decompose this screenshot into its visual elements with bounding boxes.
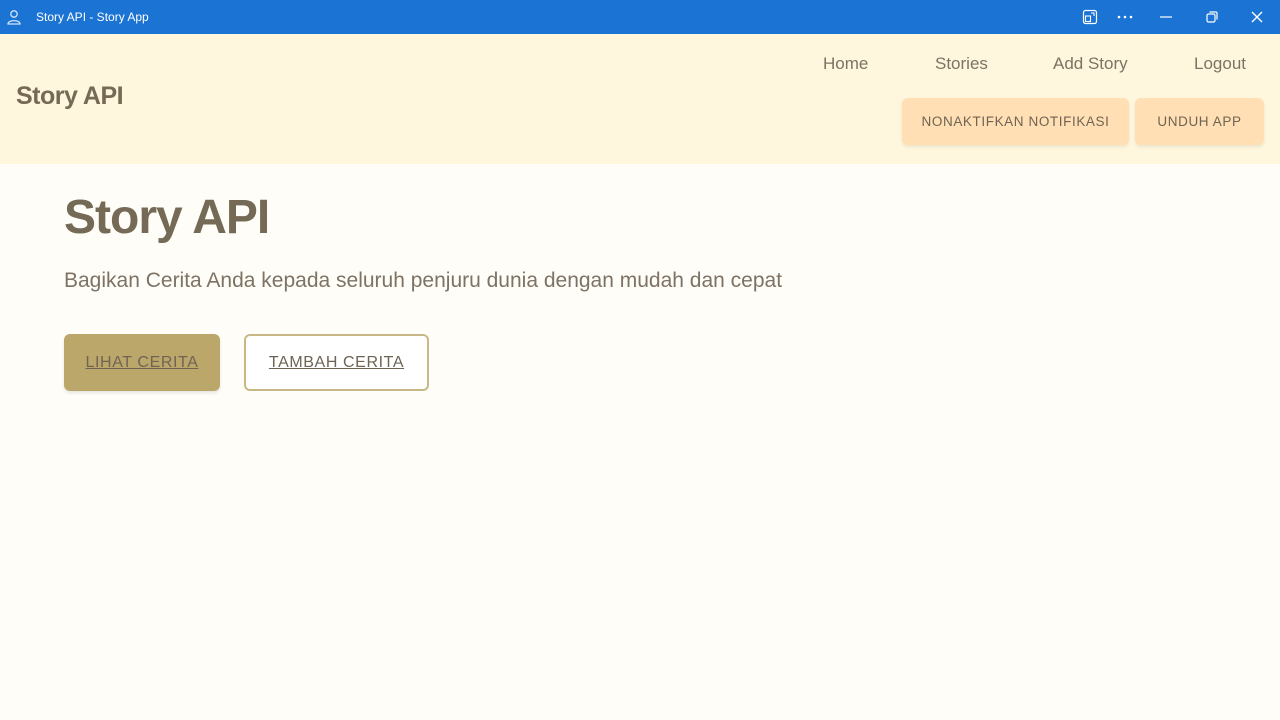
nav-stories[interactable]: Stories xyxy=(935,54,988,74)
minimize-button[interactable] xyxy=(1143,0,1189,34)
nav-add-story[interactable]: Add Story xyxy=(1053,54,1128,74)
app-header: Story API Home Stories Add Story Logout … xyxy=(0,34,1280,164)
page-title: Story API xyxy=(64,191,270,244)
person-icon xyxy=(6,9,22,25)
restore-icon xyxy=(1206,11,1218,23)
more-button[interactable] xyxy=(1102,0,1148,34)
close-icon xyxy=(1251,11,1263,23)
view-stories-button[interactable]: LIHAT CERITA xyxy=(64,334,220,391)
close-button[interactable] xyxy=(1234,0,1280,34)
window-title: Story API - Story App xyxy=(36,10,149,24)
cast-icon xyxy=(1082,9,1098,25)
nav-logout[interactable]: Logout xyxy=(1194,54,1246,74)
download-app-button[interactable]: UNDUH APP xyxy=(1135,98,1264,145)
minimize-icon xyxy=(1160,16,1172,18)
restore-button[interactable] xyxy=(1189,0,1235,34)
more-icon xyxy=(1117,15,1133,19)
hero-subtitle: Bagikan Cerita Anda kepada seluruh penju… xyxy=(64,269,783,292)
add-story-button[interactable]: TAMBAH CERITA xyxy=(244,334,429,391)
brand-logo[interactable]: Story API xyxy=(16,82,124,111)
nav-home[interactable]: Home xyxy=(823,54,868,74)
disable-notifications-button[interactable]: NONAKTIFKAN NOTIFIKASI xyxy=(902,98,1129,145)
window-title-bar: Story API - Story App xyxy=(0,0,1280,34)
